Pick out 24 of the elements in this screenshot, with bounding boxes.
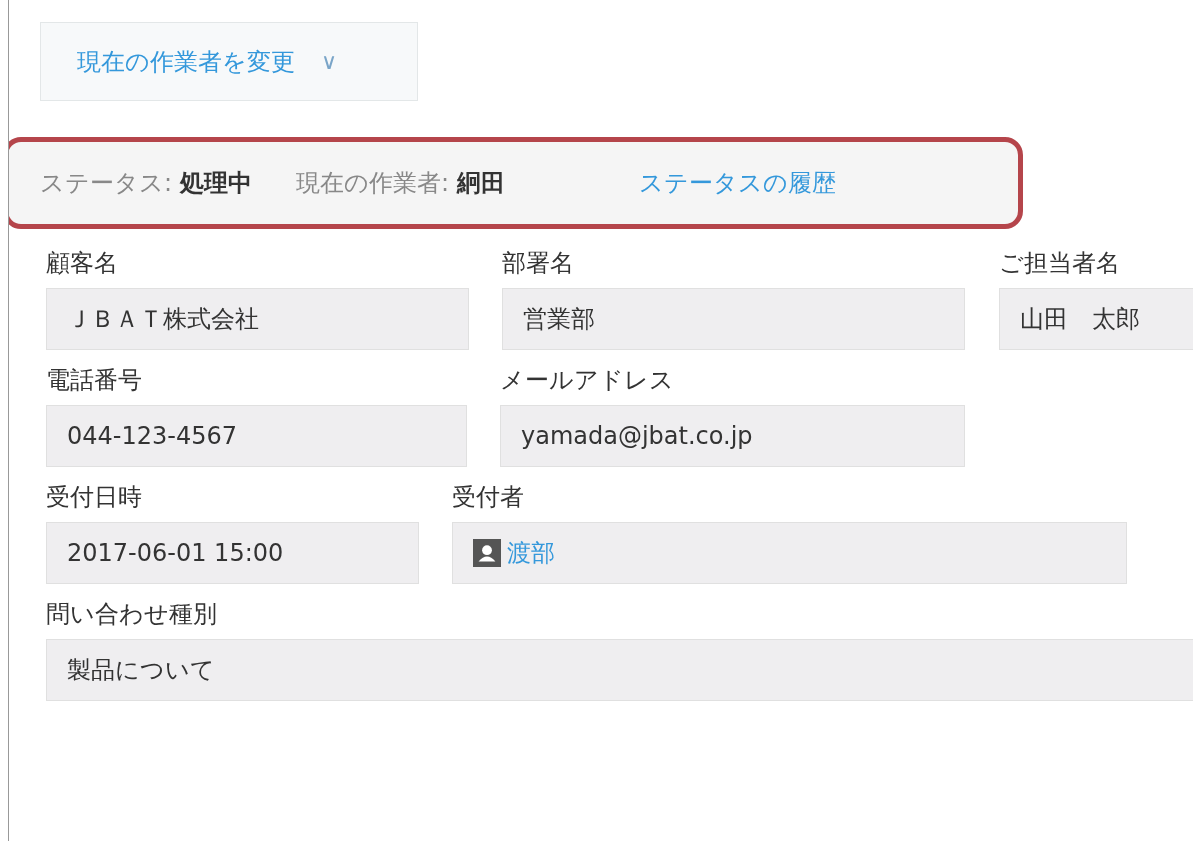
field-label: 受付者 xyxy=(452,482,525,513)
status-history-link[interactable]: ステータスの履歴 xyxy=(639,167,837,199)
field-value: 山田 太郎 xyxy=(999,288,1193,350)
field-value: 2017-06-01 15:00 xyxy=(46,522,419,584)
field-label: メールアドレス xyxy=(500,365,675,396)
field-value: 製品について xyxy=(46,639,1193,701)
status-label: ステータス: xyxy=(40,168,173,199)
field-label: 電話番号 xyxy=(46,365,143,396)
user-icon xyxy=(473,539,501,567)
field-label: 顧客名 xyxy=(46,248,119,279)
caret-icon: ∨ xyxy=(321,49,338,74)
status-label: 現在の作業者: xyxy=(296,168,450,199)
field-value: 営業部 xyxy=(502,288,965,350)
field-value: yamada@jbat.co.jp xyxy=(500,405,965,467)
status-value: 絅田 xyxy=(457,168,506,199)
field-label: 受付日時 xyxy=(46,482,143,513)
status-value: 処理中 xyxy=(180,168,253,199)
field-value: 044-123-4567 xyxy=(46,405,467,467)
field-label: 問い合わせ種別 xyxy=(46,599,218,630)
field-value: ＪＢＡＴ株式会社 xyxy=(46,288,469,350)
field-label: ご担当者名 xyxy=(999,248,1121,279)
user-link[interactable]: 渡部 xyxy=(507,537,555,569)
field-label: 部署名 xyxy=(502,248,575,279)
change-worker-button[interactable]: 現在の作業者を変更 ∨ xyxy=(40,22,418,101)
